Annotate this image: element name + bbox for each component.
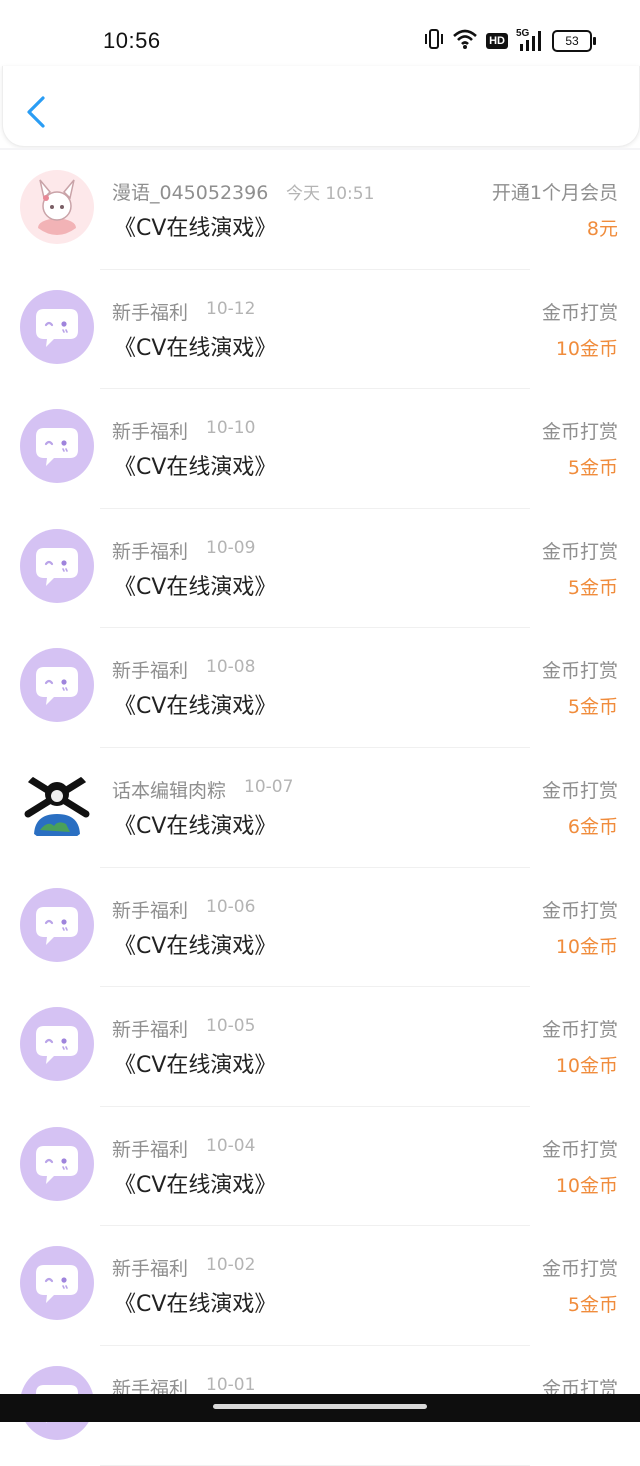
work-title[interactable]: 《CV在线演戏》 <box>114 449 276 481</box>
top-header <box>2 66 640 147</box>
work-title[interactable]: 《CV在线演戏》 <box>114 808 276 840</box>
record-type: 金币打赏 <box>541 540 618 563</box>
record-type: 金币打赏 <box>541 1258 618 1281</box>
record-row[interactable]: 漫语_045052396 今天 10:51 《CV在线演戏》 开通1个月会员 8元 <box>0 150 640 270</box>
chat-bubble-icon <box>36 547 78 586</box>
record-date: 10-04 <box>206 1135 256 1156</box>
record-date: 10-08 <box>206 657 256 678</box>
record-date: 10-07 <box>244 776 294 797</box>
avatar[interactable] <box>20 887 94 962</box>
record-amount: 5金币 <box>567 1294 618 1317</box>
sender-name: 新手福利 <box>112 899 189 922</box>
record-type: 金币打赏 <box>541 301 618 324</box>
avatar[interactable] <box>20 1246 94 1321</box>
record-amount: 8元 <box>586 218 618 240</box>
record-date: 10-06 <box>206 896 256 917</box>
record-row[interactable]: 新手福利 10-10 《CV在线演戏》 金币打赏 5金币 <box>0 389 640 509</box>
record-row[interactable]: 新手福利 10-04 《CV在线演戏》 金币打赏 10金币 <box>0 1106 640 1227</box>
record-date: 10-02 <box>206 1255 256 1276</box>
earth-skull-icon <box>20 767 94 842</box>
record-row[interactable]: 新手福利 10-08 《CV在线演戏》 金币打赏 5金币 <box>0 628 640 748</box>
chat-bubble-icon <box>36 906 78 945</box>
battery-level: 53 <box>552 30 592 52</box>
row-divider <box>100 1464 530 1466</box>
record-row[interactable]: 新手福利 10-12 《CV在线演戏》 金币打赏 10金币 <box>0 269 640 390</box>
record-row[interactable]: 新手福利 10-02 《CV在线演戏》 金币打赏 5金币 <box>0 1226 640 1346</box>
avatar[interactable] <box>20 1126 94 1201</box>
record-row[interactable]: 话本编辑肉粽 10-07 《CV在线演戏》 金币打赏 6金币 <box>0 747 640 868</box>
chat-bubble-icon <box>36 428 78 467</box>
record-row[interactable]: 新手福利 10-05 《CV在线演戏》 金币打赏 10金币 <box>0 987 640 1107</box>
sender-name: 新手福利 <box>112 421 189 444</box>
avatar[interactable] <box>20 1007 94 1082</box>
record-type: 金币打赏 <box>541 779 618 802</box>
sender-name: 新手福利 <box>112 1138 189 1161</box>
record-row[interactable]: 新手福利 10-06 《CV在线演戏》 金币打赏 10金币 <box>0 867 640 988</box>
record-type: 金币打赏 <box>541 660 618 683</box>
vibrate-icon <box>424 28 444 54</box>
work-title[interactable]: 《CV在线演戏》 <box>114 210 276 242</box>
record-amount: 5金币 <box>567 576 618 599</box>
record-list: 漫语_045052396 今天 10:51 《CV在线演戏》 开通1个月会员 8元新手福… <box>0 150 640 1466</box>
navigation-bar <box>0 1394 640 1422</box>
record-type: 金币打赏 <box>541 421 618 444</box>
record-row[interactable]: 新手福利 10-09 《CV在线演戏》 金币打赏 5金币 <box>0 508 640 629</box>
chat-bubble-icon <box>36 1265 78 1304</box>
record-amount: 10金币 <box>555 935 618 958</box>
sender-name: 新手福利 <box>112 660 189 683</box>
status-time: 10:56 <box>103 28 161 53</box>
record-amount: 10金币 <box>555 1174 618 1197</box>
avatar[interactable] <box>20 528 94 603</box>
sender-name: 新手福利 <box>112 301 189 324</box>
chat-bubble-icon <box>36 1145 78 1184</box>
anime-girl-icon <box>20 170 94 244</box>
work-title[interactable]: 《CV在线演戏》 <box>114 330 276 362</box>
wifi-icon <box>452 28 478 54</box>
chat-bubble-icon <box>36 667 78 706</box>
work-title[interactable]: 《CV在线演戏》 <box>114 928 276 960</box>
chat-bubble-icon <box>36 308 78 347</box>
record-date: 10-10 <box>206 418 256 439</box>
record-date: 今天 10:51 <box>286 184 375 204</box>
record-date: 10-09 <box>206 537 256 558</box>
avatar[interactable] <box>20 289 94 364</box>
battery-icon: 53 <box>552 30 596 52</box>
record-type: 金币打赏 <box>541 1019 618 1042</box>
record-amount: 5金币 <box>567 457 618 480</box>
record-amount: 10金币 <box>555 337 618 360</box>
sender-name: 新手福利 <box>112 540 189 563</box>
chat-bubble-icon <box>36 1026 78 1065</box>
record-type: 开通1个月会员 <box>491 182 618 204</box>
back-button[interactable] <box>23 94 49 130</box>
work-title[interactable]: 《CV在线演戏》 <box>114 1167 276 1199</box>
work-title[interactable]: 《CV在线演戏》 <box>114 688 276 720</box>
sender-name: 新手福利 <box>112 1258 189 1281</box>
record-date: 10-05 <box>206 1016 256 1037</box>
home-indicator[interactable] <box>213 1404 427 1409</box>
sender-name: 话本编辑肉粽 <box>112 779 227 802</box>
sender-name: 漫语_045052396 <box>112 182 269 204</box>
work-title[interactable]: 《CV在线演戏》 <box>114 1286 276 1318</box>
record-date: 10-01 <box>206 1374 256 1395</box>
avatar[interactable] <box>20 648 94 723</box>
sender-name: 新手福利 <box>112 1019 189 1042</box>
work-title[interactable]: 《CV在线演戏》 <box>114 1047 276 1079</box>
record-type: 金币打赏 <box>541 899 618 922</box>
avatar[interactable] <box>20 767 94 842</box>
avatar[interactable] <box>20 170 94 244</box>
record-amount: 6金币 <box>567 815 618 838</box>
signal-icon: 5G <box>516 28 544 52</box>
record-amount: 10金币 <box>555 1055 618 1078</box>
work-title[interactable]: 《CV在线演戏》 <box>114 569 276 601</box>
chevron-left-icon <box>27 96 45 128</box>
record-amount: 5金币 <box>567 696 618 719</box>
record-type: 金币打赏 <box>541 1138 618 1161</box>
avatar[interactable] <box>20 409 94 484</box>
status-icons: HD 5G 53 <box>424 28 596 54</box>
record-date: 10-12 <box>206 298 256 319</box>
hd-icon: HD <box>486 33 508 49</box>
